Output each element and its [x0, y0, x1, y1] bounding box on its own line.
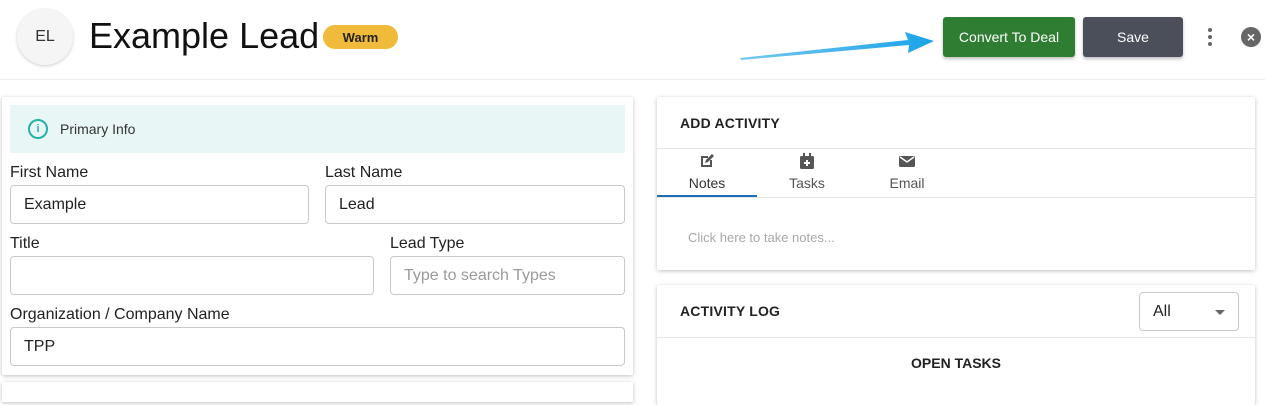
tab-notes[interactable]: Notes — [657, 152, 757, 197]
organization-field[interactable]: TPP — [10, 327, 625, 366]
divider — [657, 148, 1255, 149]
first-name-label: First Name — [10, 164, 89, 181]
divider — [657, 337, 1255, 338]
divider — [657, 197, 1255, 198]
email-icon — [899, 156, 915, 167]
primary-info-header: i Primary Info — [10, 105, 625, 153]
activity-filter-value: All — [1153, 302, 1171, 320]
chevron-down-icon — [1215, 310, 1225, 315]
primary-info-title: Primary Info — [60, 121, 136, 137]
page-title: Example Lead — [89, 15, 320, 56]
save-button[interactable]: Save — [1083, 17, 1183, 57]
info-icon: i — [28, 119, 48, 139]
tab-email-label: Email — [889, 175, 925, 191]
lead-type-label: Lead Type — [390, 235, 465, 252]
tab-tasks-label: Tasks — [789, 175, 825, 191]
tab-email[interactable]: Email — [857, 152, 957, 197]
close-icon[interactable]: × — [1241, 27, 1261, 47]
status-badge[interactable]: Warm — [323, 25, 398, 49]
last-name-field[interactable]: Lead — [325, 185, 625, 224]
convert-to-deal-button[interactable]: Convert To Deal — [943, 17, 1075, 57]
notes-input[interactable]: Click here to take notes... — [688, 230, 835, 245]
avatar: EL — [17, 9, 73, 65]
add-activity-title: ADD ACTIVITY — [680, 115, 780, 131]
annotation-arrow-icon — [740, 32, 934, 60]
title-label: Title — [10, 235, 40, 252]
tab-notes-label: Notes — [688, 175, 726, 191]
last-name-label: Last Name — [325, 164, 403, 181]
more-options-icon[interactable] — [1200, 25, 1220, 49]
secondary-card — [2, 382, 633, 402]
edit-icon — [701, 154, 714, 167]
first-name-field[interactable]: Example — [10, 185, 309, 224]
title-field[interactable] — [10, 256, 374, 295]
organization-label: Organization / Company Name — [10, 306, 230, 323]
open-tasks-heading: OPEN TASKS — [911, 355, 1001, 371]
tab-tasks[interactable]: Tasks — [757, 152, 857, 197]
activity-filter-select[interactable]: All — [1139, 292, 1239, 331]
activity-log-title: ACTIVITY LOG — [680, 303, 781, 319]
lead-type-search-input[interactable]: Type to search Types — [390, 256, 625, 295]
lead-header: EL Example Lead Warm Convert To Deal Sav… — [0, 0, 1265, 80]
calendar-icon — [800, 153, 814, 169]
